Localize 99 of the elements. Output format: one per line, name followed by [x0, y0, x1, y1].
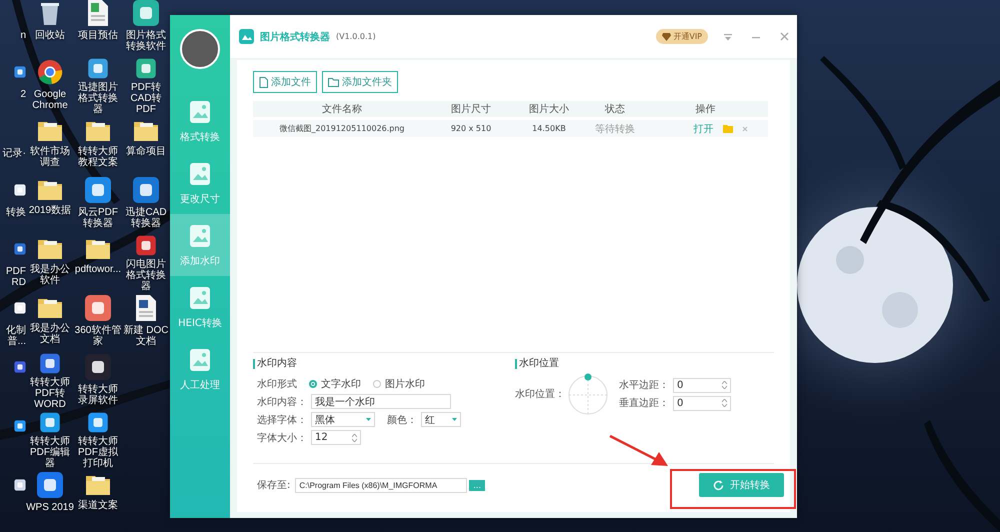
image-icon [187, 160, 213, 186]
add-file-button[interactable]: 添加文件 [253, 71, 317, 93]
avatar [180, 29, 220, 69]
field-label: 水平边距： [619, 378, 669, 392]
icon-label: 图片格式转换软件 [125, 30, 167, 52]
version-label: (V1.0.0.1) [336, 32, 376, 41]
image-icon [187, 346, 213, 372]
column-header: 操作 [643, 101, 768, 117]
browser-icon[interactable] [36, 58, 64, 86]
icon-label: 转换 [5, 207, 26, 218]
icon-label: 转转大师教程文案 [77, 146, 119, 168]
section-title: 水印内容 [253, 359, 515, 369]
icon-label: 我是办公软件 [29, 264, 71, 286]
field-label: 水印位置： [515, 388, 565, 401]
icon-label: 转转大师录屏软件 [77, 384, 119, 406]
caret-icon [366, 418, 371, 421]
field-label: 选择字体： [257, 414, 307, 426]
table-cell: 等待转换 [587, 120, 643, 137]
stepper-icon [722, 381, 727, 389]
field-label: 字体大小： [257, 432, 307, 444]
icon-label: WPS 2019 [26, 502, 74, 513]
column-header: 图片尺寸 [431, 101, 511, 117]
icon-label: 项目预估 [77, 30, 119, 41]
stepper-icon [722, 399, 727, 407]
icon-label: 闪电图片格式转换器 [125, 259, 167, 292]
refresh-icon [713, 480, 724, 490]
field-label: 颜色： [387, 414, 417, 426]
field-label: 水印形式 [257, 378, 297, 390]
folder-icon [328, 78, 339, 86]
diamond-icon [662, 32, 672, 40]
open-link[interactable]: 打开 [694, 122, 714, 136]
icon-label: 记录· [2, 148, 26, 159]
icon-label: Google Chrome [31, 89, 69, 111]
field-label: 保存至: [257, 479, 290, 492]
sidebar-tab[interactable]: 更改尺寸 [170, 152, 230, 214]
radio-label: 文字水印 [321, 378, 361, 390]
icon-label: 转转大师PDF虚拟打印机 [77, 436, 119, 469]
app-icon[interactable] [84, 176, 112, 204]
field-label: 水印内容： [257, 396, 307, 408]
sidebar-tab[interactable]: 格式转换 [170, 90, 230, 152]
number-field[interactable]: 12 [311, 430, 361, 445]
app-icon[interactable] [84, 294, 112, 322]
icon-label: 2019数据 [28, 205, 72, 216]
image-icon [187, 98, 213, 124]
table-cell: 920 x 510 [431, 120, 511, 137]
radio-button[interactable] [373, 380, 381, 388]
spreadsheet-icon[interactable] [86, 0, 110, 27]
color-select[interactable]: 红 [421, 412, 461, 427]
icon-label: 2 [19, 89, 26, 100]
number-field[interactable]: 0 [673, 396, 731, 410]
section-title: 水印位置 [515, 359, 774, 369]
image-icon [187, 222, 213, 248]
icon-label: 我是办公文档 [29, 323, 71, 345]
start-button[interactable]: 开始转换 [699, 473, 784, 497]
column-header: 文件名称 [253, 101, 431, 117]
icon-label: 新建 DOC 文档 [122, 325, 170, 347]
table-cell: 微信截图_20191205110026.png [253, 120, 431, 137]
icon-label: PDF转CAD转PDF [129, 82, 163, 115]
app-logo-icon [239, 29, 254, 44]
icon-label: 渠道文案 [77, 500, 119, 511]
icon-label: 转转大师PDF编辑器 [29, 436, 71, 469]
field-label: 垂直边距： [619, 396, 669, 410]
icon-label: 转转大师PDF转WORD [29, 377, 71, 410]
icon-label: 回收站 [34, 30, 66, 41]
app-icon[interactable] [84, 353, 112, 381]
radio-label: 图片水印 [385, 378, 425, 390]
path-field[interactable]: C:\Program Files (x86)\M_IMGFORMA [295, 478, 468, 492]
icon-label: pdftowor... [74, 264, 122, 275]
caret-icon [452, 418, 457, 421]
file-icon [259, 76, 268, 88]
icon-label: 算命项目 [125, 146, 167, 157]
icon-label: n [19, 30, 26, 41]
table-cell: 14.50KB [511, 120, 587, 137]
font-select[interactable]: 黑体 [311, 412, 375, 427]
app-icon[interactable] [132, 176, 160, 204]
icon-label: 化制普... [5, 325, 26, 347]
icon-label: 软件市场调查 [29, 146, 71, 168]
app-icon[interactable] [36, 471, 64, 499]
sidebar-tab[interactable]: 添加水印 [170, 214, 230, 276]
icon-label: 迅捷CAD转换器 [124, 207, 168, 229]
number-field[interactable]: 0 [673, 378, 731, 392]
input-field[interactable]: 我是一个水印 [311, 394, 451, 409]
icon-label: PDF RD [5, 266, 26, 288]
document-icon[interactable] [134, 294, 158, 322]
column-header: 状态 [587, 101, 643, 117]
icon-label: 360软件管家 [74, 325, 122, 347]
column-header: 图片大小 [511, 101, 587, 117]
stepper-icon [352, 434, 357, 442]
sidebar-tab[interactable]: HEIC转换 [170, 276, 230, 338]
icon-label: 迅捷图片格式转换器 [77, 82, 119, 115]
add-folder-button[interactable]: 添加文件夹 [322, 71, 398, 93]
app-icon[interactable] [132, 0, 160, 27]
sidebar-tab[interactable]: 人工处理 [170, 338, 230, 400]
icon-label: 风云PDF转换器 [77, 207, 119, 229]
radio-button[interactable] [309, 380, 317, 388]
image-icon [187, 284, 213, 310]
app-title: 图片格式转换器 [260, 30, 330, 44]
vip-button[interactable]: 开通VIP [656, 29, 708, 44]
browse-button[interactable]: ... [469, 480, 486, 490]
